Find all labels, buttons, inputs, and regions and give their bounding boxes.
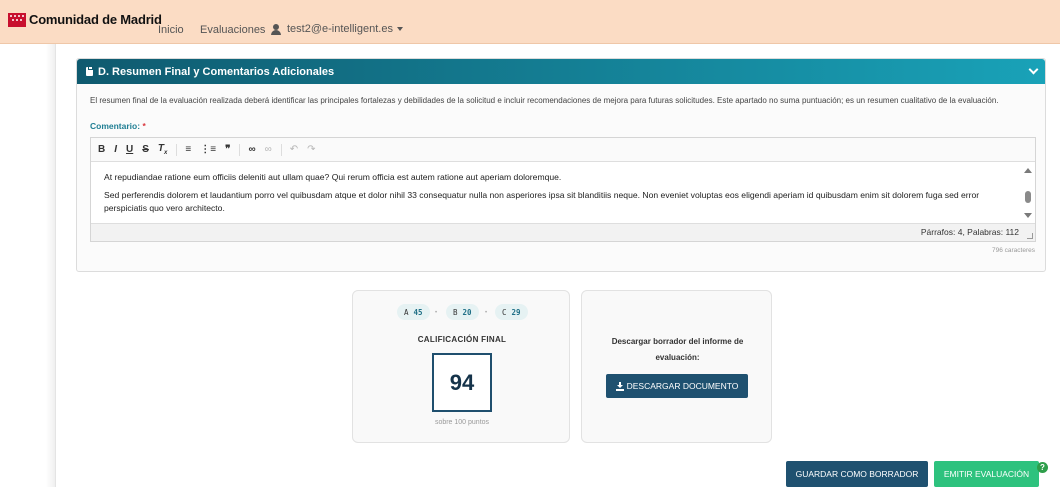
pill-separator: •: [435, 310, 438, 316]
user-email: test2@e-intelligent.es: [287, 23, 393, 35]
pill-separator: •: [485, 310, 488, 316]
final-score-card: A 45 • B 20 • C 29 CALIFICACIÓN FINAL 94…: [352, 290, 570, 443]
page-edge: [55, 44, 56, 487]
brand-logo[interactable]: Comunidad de Madrid: [8, 12, 162, 27]
pill-label: C: [502, 307, 507, 317]
comment-editor[interactable]: B I U S Tx ≡ ⋮≡ ❞ ∞ ∞ ↶ ↷ At repudiandae…: [90, 137, 1036, 242]
score-pill-a: A 45: [397, 304, 430, 320]
user-menu[interactable]: test2@e-intelligent.es: [271, 23, 403, 35]
scroll-down-icon[interactable]: [1024, 213, 1032, 218]
pill-value: 29: [511, 307, 521, 317]
character-count: 796 caracteres: [992, 247, 1035, 254]
link-icon[interactable]: ∞: [248, 144, 255, 155]
clear-format-button[interactable]: Tx: [158, 143, 167, 156]
bold-button[interactable]: B: [98, 144, 105, 155]
underline-button[interactable]: U: [126, 144, 133, 155]
nav-link-evaluaciones[interactable]: Evaluaciones: [200, 24, 265, 36]
help-icon[interactable]: ?: [1037, 462, 1048, 473]
chevron-down-icon[interactable]: [1028, 64, 1039, 75]
editor-paragraph: At repudiandae ratione eum officiis dele…: [104, 172, 562, 182]
comment-label-text: Comentario:: [90, 121, 141, 131]
editor-statusbar: Párrafos: 4, Palabras: 112: [91, 223, 1035, 241]
clipboard-icon: [86, 66, 93, 76]
user-icon: [271, 23, 281, 35]
editor-paragraph: Sed perferendis dolorem et laudantium po…: [104, 190, 980, 213]
download-document-button[interactable]: DESCARGAR DOCUMENTO: [606, 374, 748, 398]
word-count: Párrafos: 4, Palabras: 112: [920, 227, 1019, 237]
unlink-icon[interactable]: ∞: [265, 144, 272, 155]
toolbar-separator: [239, 143, 241, 156]
emit-evaluation-button[interactable]: EMITIR EVALUACIÓN: [934, 461, 1039, 487]
pill-value: 20: [462, 307, 472, 317]
scroll-up-icon[interactable]: [1024, 168, 1032, 173]
scroll-thumb[interactable]: [1025, 191, 1031, 203]
download-text: Descargar borrador del informe de evalua…: [611, 337, 744, 362]
summary-panel: D. Resumen Final y Comentarios Adicional…: [76, 58, 1046, 272]
final-score-title: CALIFICACIÓN FINAL: [417, 335, 507, 344]
resize-handle-icon[interactable]: [1027, 233, 1033, 239]
top-navbar: Comunidad de Madrid Inicio Evaluaciones …: [0, 0, 1060, 44]
final-score-subtitle: sobre 100 puntos: [434, 419, 490, 426]
italic-button[interactable]: I: [114, 144, 117, 155]
score-pill-b: B 20: [446, 304, 479, 320]
download-icon: [615, 381, 624, 391]
undo-icon[interactable]: ↶: [290, 144, 298, 155]
comment-label: Comentario: *: [90, 121, 146, 131]
download-button-label: DESCARGAR DOCUMENTO: [626, 381, 739, 391]
strikethrough-button[interactable]: S: [142, 144, 149, 155]
ordered-list-icon[interactable]: ≡: [185, 144, 191, 155]
pill-value: 45: [413, 307, 423, 317]
editor-content[interactable]: At repudiandae ratione eum officiis dele…: [104, 171, 1009, 220]
madrid-flag-icon: [8, 12, 26, 27]
brand-name: Comunidad de Madrid: [29, 12, 162, 27]
editor-scrollbar[interactable]: [1023, 165, 1033, 223]
pill-label: B: [453, 307, 458, 317]
caret-down-icon: [396, 27, 403, 31]
nav-link-inicio[interactable]: Inicio: [158, 24, 184, 36]
redo-icon[interactable]: ↷: [307, 144, 315, 155]
required-marker: *: [142, 121, 146, 131]
quote-icon[interactable]: ❞: [225, 144, 230, 155]
panel-description: El resumen final de la evaluación realiz…: [90, 96, 999, 105]
final-score-value: 94: [432, 353, 492, 412]
score-pill-c: C 29: [495, 304, 528, 320]
toolbar-separator: [280, 143, 282, 156]
toolbar-separator: [176, 143, 178, 156]
save-draft-button[interactable]: GUARDAR COMO BORRADOR: [786, 461, 928, 487]
unordered-list-icon[interactable]: ⋮≡: [200, 144, 216, 155]
panel-header[interactable]: D. Resumen Final y Comentarios Adicional…: [77, 59, 1045, 84]
pill-label: A: [404, 307, 409, 317]
download-card: Descargar borrador del informe de evalua…: [581, 290, 772, 443]
editor-toolbar: B I U S Tx ≡ ⋮≡ ❞ ∞ ∞ ↶ ↷: [91, 138, 1035, 162]
panel-title: D. Resumen Final y Comentarios Adicional…: [98, 65, 335, 78]
